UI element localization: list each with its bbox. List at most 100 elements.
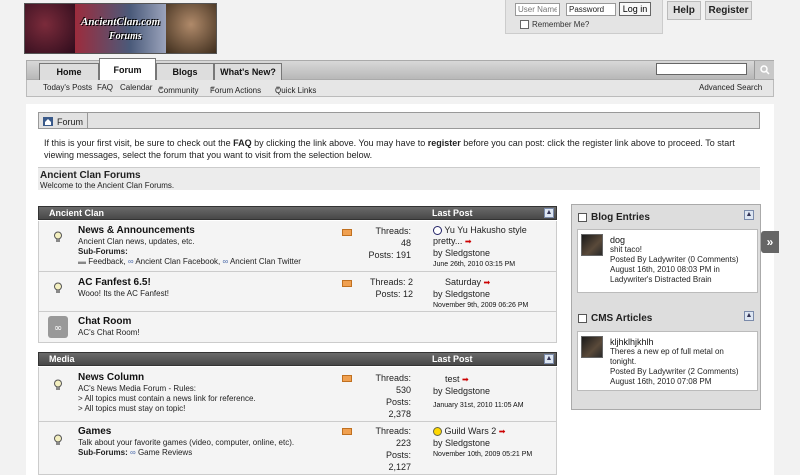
- main-navbar: Home Forum Blogs What's New?: [26, 58, 774, 81]
- last-post: Saturday ➡ by Sledgstone November 9th, 2…: [433, 277, 557, 311]
- blog-entry-author[interactable]: Ladywriter: [649, 255, 686, 264]
- forum-description: Ancient Clan news, updates, etc.: [78, 237, 195, 246]
- tab-whats-new[interactable]: What's New?: [214, 63, 282, 81]
- category-name[interactable]: Media: [49, 353, 75, 365]
- posts-count: 2,378: [388, 409, 411, 419]
- last-post-date: June 26th, 2010: [433, 261, 484, 268]
- notice-register-link[interactable]: register: [428, 138, 461, 148]
- last-post-title[interactable]: Yu Yu Hakusho style pretty...: [433, 225, 527, 246]
- avatar[interactable]: [581, 336, 603, 358]
- notice-faq-link[interactable]: FAQ: [233, 138, 252, 148]
- go-to-last-post-icon[interactable]: ➡: [465, 237, 472, 246]
- subforum-link[interactable]: Game Reviews: [138, 448, 192, 457]
- collapse-icon[interactable]: ▲: [744, 210, 754, 220]
- subnav-faq[interactable]: FAQ: [97, 83, 113, 92]
- forum-stats: Threads: 48 Posts: 191: [357, 225, 411, 261]
- last-post-header: Last Post: [432, 354, 473, 364]
- forum-title[interactable]: News Column: [78, 372, 144, 383]
- forum-title[interactable]: Games: [78, 426, 111, 437]
- threads-label: Threads:: [375, 226, 411, 236]
- chevron-down-icon: ▼: [158, 86, 164, 92]
- go-to-last-post-icon[interactable]: ➡: [462, 375, 469, 384]
- last-post-title[interactable]: test: [445, 374, 460, 384]
- subforum-icon: ∞: [222, 257, 229, 266]
- subforum-link[interactable]: Ancient Clan Facebook: [135, 257, 218, 266]
- blog-entry-text: dog shit taco! Posted By Ladywriter (0 C…: [610, 235, 739, 285]
- login-button[interactable]: Log in: [619, 2, 651, 16]
- lightbulb-icon: [54, 434, 62, 445]
- cms-article-comments[interactable]: (2 Comments): [688, 367, 739, 376]
- last-post-author[interactable]: Sledgstone: [445, 386, 490, 396]
- posted-by-label: Posted By: [610, 367, 647, 376]
- collapse-icon[interactable]: ▲: [544, 208, 554, 218]
- by-label: by: [433, 386, 443, 396]
- forum-title[interactable]: News & Announcements: [78, 225, 195, 236]
- tab-home[interactable]: Home: [39, 63, 99, 81]
- rss-icon[interactable]: [342, 229, 352, 236]
- last-post-author[interactable]: Sledgstone: [445, 248, 490, 258]
- threads-label: Threads:: [375, 426, 411, 436]
- go-to-last-post-icon[interactable]: ➡: [484, 278, 491, 287]
- advanced-search-link[interactable]: Advanced Search: [699, 83, 762, 92]
- username-input[interactable]: [515, 3, 560, 16]
- go-to-last-post-icon[interactable]: ➡: [499, 427, 506, 436]
- tab-forum[interactable]: Forum: [99, 58, 156, 81]
- subnav-todays-posts[interactable]: Today's Posts: [43, 83, 92, 92]
- posted-by-label: Posted By: [610, 255, 647, 264]
- last-post: Yu Yu Hakusho style pretty... ➡ by Sledg…: [433, 225, 557, 270]
- password-input[interactable]: [566, 3, 616, 16]
- blog-name[interactable]: Ladywriter's Distracted Brain: [610, 275, 739, 285]
- cms-article-author[interactable]: Ladywriter: [649, 367, 686, 376]
- forum-row-chat: ∞ Chat Room AC's Chat Room!: [38, 312, 557, 343]
- last-post: test ➡ by Sledgstone January 31st, 2010 …: [433, 374, 557, 411]
- logo-text-line2: Forums: [109, 31, 142, 42]
- collapse-icon[interactable]: ▲: [744, 311, 754, 321]
- subforum-link[interactable]: Feedback: [88, 257, 123, 266]
- last-post-title[interactable]: Saturday: [445, 277, 481, 287]
- forum-description: Wooo! Its the AC Fanfest!: [78, 289, 170, 298]
- register-button[interactable]: Register: [705, 1, 752, 20]
- blog-entry-meta: Posted By Ladywriter (0 Comments): [610, 255, 739, 265]
- search-button[interactable]: [754, 61, 774, 79]
- tab-blogs[interactable]: Blogs: [156, 63, 214, 81]
- breadcrumb-item[interactable]: Forum: [39, 113, 89, 128]
- svg-text:∞: ∞: [54, 323, 62, 334]
- last-post-author[interactable]: Sledgstone: [445, 289, 490, 299]
- blog-entry-title[interactable]: dog: [610, 235, 739, 245]
- rss-icon[interactable]: [342, 280, 352, 287]
- rss-icon[interactable]: [342, 375, 352, 382]
- subnav-quick-links-label: Quick Links: [275, 86, 317, 95]
- forum-title[interactable]: Chat Room: [78, 316, 131, 327]
- rss-icon[interactable]: [342, 428, 352, 435]
- blog-entry-comments[interactable]: (0 Comments): [688, 255, 739, 264]
- last-post-author[interactable]: Sledgstone: [445, 438, 490, 448]
- last-post-time: 11:05 AM: [494, 402, 524, 409]
- posts-label: Posts:: [385, 397, 411, 407]
- threads-label: Threads:: [375, 373, 411, 383]
- site-logo[interactable]: AncientClan.com Forums: [24, 3, 217, 54]
- blog-icon: [578, 212, 587, 222]
- last-post-title[interactable]: Guild Wars 2: [445, 426, 497, 436]
- subforums-label: Sub-Forums:: [78, 448, 128, 457]
- cms-articles-title: CMS Articles: [591, 312, 653, 324]
- category-name[interactable]: Ancient Clan: [49, 207, 104, 219]
- breadcrumb-label: Forum: [57, 116, 84, 127]
- smiley-icon: [433, 226, 442, 236]
- search-icon: [760, 65, 770, 75]
- last-post-time: 06:26 PM: [498, 302, 529, 309]
- remember-me-checkbox[interactable]: [520, 20, 529, 29]
- remember-me[interactable]: Remember Me?: [520, 20, 589, 29]
- subnav-calendar[interactable]: Calendar: [120, 83, 152, 92]
- avatar[interactable]: [581, 234, 603, 256]
- search-input[interactable]: [656, 63, 747, 75]
- cms-article-title[interactable]: kljhklhjkhlh: [610, 337, 752, 347]
- posts-stat: Posts: 191: [357, 249, 411, 261]
- sidebar-toggle-icon[interactable]: »: [761, 231, 779, 253]
- forum-title[interactable]: AC Fanfest 6.5!: [78, 277, 151, 288]
- help-button[interactable]: Help: [667, 1, 701, 20]
- lightbulb-icon: [54, 282, 62, 293]
- last-post-date: January 31st, 2010: [433, 402, 493, 409]
- subforum-link[interactable]: Ancient Clan Twitter: [230, 257, 301, 266]
- collapse-icon[interactable]: ▲: [544, 354, 554, 364]
- logo-character-left: [25, 4, 75, 53]
